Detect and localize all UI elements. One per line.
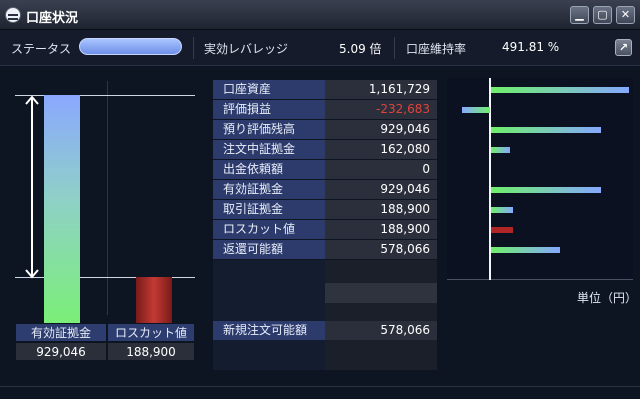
- table-row: 口座資産 1,161,729: [213, 80, 437, 100]
- row-value: -232,683: [325, 100, 437, 119]
- close-icon[interactable]: ✕: [616, 6, 635, 24]
- bar-6: [491, 187, 602, 193]
- table-row: 出金依頼額 0: [213, 160, 437, 180]
- table-row: 取引証拠金 188,900: [213, 200, 437, 220]
- row-label: 出金依頼額: [213, 160, 325, 179]
- table-row: ロスカット値 188,900: [213, 220, 437, 240]
- table-row: 返還可能額 578,066: [213, 240, 437, 260]
- table-row: 評価損益 -232,683: [213, 100, 437, 120]
- title-bar: 口座状況 ▁ ▢ ✕: [0, 0, 640, 30]
- row-value: 929,046: [325, 180, 437, 199]
- row-label: 口座資産: [213, 80, 325, 99]
- loss-cut-label: ロスカット値: [107, 323, 195, 342]
- bar-2: [462, 107, 490, 113]
- divider: [193, 37, 194, 59]
- new-order-label: 新規注文可能額: [213, 321, 325, 340]
- table-row: 預り評価残高 929,046: [213, 120, 437, 140]
- table-row: 注文中証拠金 162,080: [213, 140, 437, 160]
- window-title: 口座状況: [26, 11, 79, 26]
- bar-1: [491, 87, 629, 93]
- maintenance-label: 口座維持率: [406, 42, 467, 56]
- bar-4: [491, 147, 511, 153]
- row-value: 1,161,729: [325, 80, 437, 99]
- effective-margin-bar: [44, 95, 80, 323]
- row-label: ロスカット値: [213, 220, 325, 239]
- app-logo-icon: [5, 7, 21, 23]
- bar-7: [491, 207, 514, 213]
- row-value: 162,080: [325, 140, 437, 159]
- row-value: 929,046: [325, 120, 437, 139]
- effective-margin-value: 929,046: [15, 342, 107, 361]
- loss-cut-value: 188,900: [107, 342, 195, 361]
- unit-label: 単位（円）: [577, 291, 638, 305]
- status-indicator: [79, 38, 182, 55]
- leverage-label: 実効レバレッジ: [204, 42, 289, 56]
- bar-9: [491, 247, 560, 253]
- minimize-icon[interactable]: ▁: [570, 6, 589, 24]
- balance-bar-chart: [447, 78, 633, 280]
- divider: [394, 37, 395, 59]
- status-row: ステータス 実効レバレッジ 5.09 倍 口座維持率 491.81 % ↗: [0, 30, 640, 66]
- leverage-value: 5.09 倍: [339, 42, 382, 56]
- maximize-icon[interactable]: ▢: [593, 6, 612, 24]
- row-value: 188,900: [325, 220, 437, 239]
- row-label: 評価損益: [213, 100, 325, 119]
- status-label: ステータス: [11, 42, 72, 56]
- column-divider: [107, 81, 108, 315]
- new-order-value: 578,066: [325, 321, 437, 340]
- maintenance-value: 491.81 %: [502, 40, 560, 54]
- row-label: 注文中証拠金: [213, 140, 325, 159]
- upper-guide-line: [15, 95, 195, 96]
- loss-cut-bar: [136, 277, 172, 323]
- row-label: 取引証拠金: [213, 200, 325, 219]
- row-value: 188,900: [325, 200, 437, 219]
- table-filler: [213, 260, 437, 370]
- row-value: 0: [325, 160, 437, 179]
- margin-comparison-chart: 有効証拠金 ロスカット値 929,046 188,900: [15, 81, 195, 371]
- table-row: 新規注文可能額 578,066: [213, 321, 437, 341]
- empty-row: [325, 283, 437, 303]
- row-value: 578,066: [325, 240, 437, 259]
- bottom-border: [0, 386, 640, 387]
- row-label: 預り評価残高: [213, 120, 325, 139]
- bar-8: [491, 227, 514, 233]
- table-row: 有効証拠金 929,046: [213, 180, 437, 200]
- bar-3: [491, 127, 602, 133]
- row-label: 返還可能額: [213, 240, 325, 259]
- row-label: 有効証拠金: [213, 180, 325, 199]
- open-external-icon[interactable]: ↗: [615, 39, 632, 56]
- effective-margin-label: 有効証拠金: [15, 323, 107, 342]
